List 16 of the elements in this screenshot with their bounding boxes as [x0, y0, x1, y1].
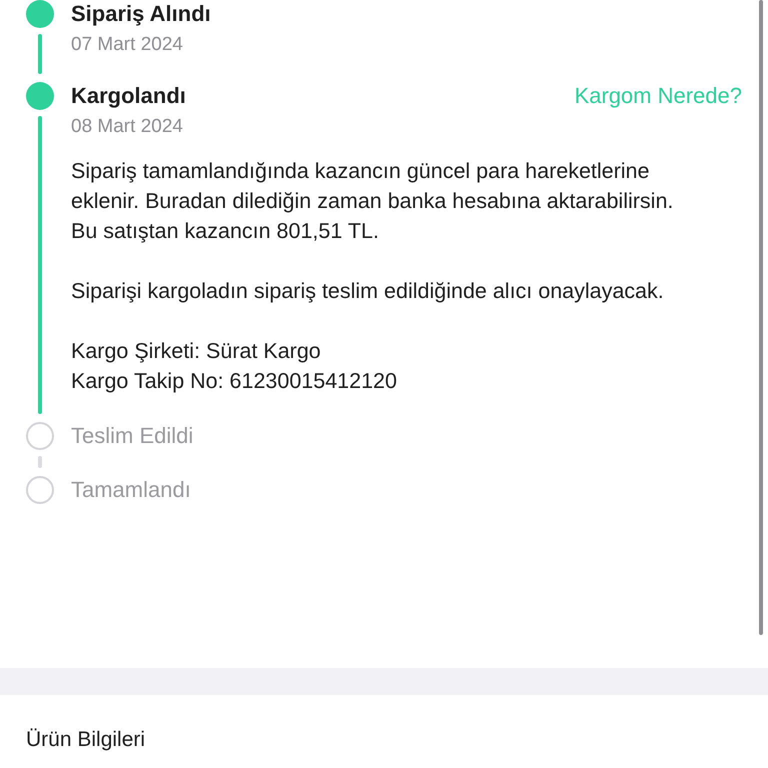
scrollbar[interactable] — [759, 0, 763, 635]
step-title: Teslim Edildi — [71, 423, 194, 449]
step-description: Siparişi kargoladın sipariş teslim edildiğinde alıcı onaylayacak. — [71, 278, 665, 305]
step-description: Kargo Şirketi: Sürat Kargo — [71, 338, 322, 365]
section-title: Ürün Bilgileri — [26, 728, 146, 752]
step-date: 07 Mart 2024 — [71, 34, 184, 56]
step-description: Kargo Takip No: 61230015412120 — [71, 368, 398, 395]
step-title: Sipariş Alındı — [71, 1, 211, 27]
step-title: Tamamlandı — [71, 477, 191, 503]
step-title: Kargolandı — [71, 83, 186, 109]
timeline-connector — [38, 456, 42, 468]
step-description: Bu satıştan kazancın 801,51 TL. — [71, 218, 380, 245]
step-date: 08 Mart 2024 — [71, 116, 184, 138]
step-description: Sipariş tamamlandığında kazancın güncel para hareketlerine eklenir. Buradan dilediğin zaman banka hesabına aktarabilirsin. — [71, 158, 674, 215]
timeline-connector — [38, 34, 42, 74]
track-shipment-link[interactable]: Kargom Nerede? — [574, 83, 742, 109]
